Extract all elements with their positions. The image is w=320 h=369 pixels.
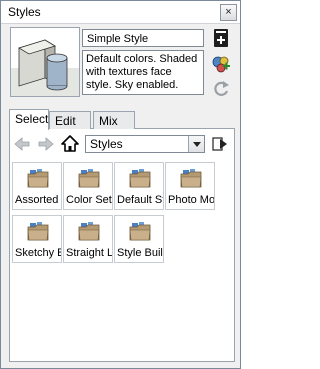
folder-icon xyxy=(180,169,202,188)
update-style-icon[interactable] xyxy=(211,79,231,99)
collection-folder-item[interactable]: Sketchy Edges xyxy=(12,215,62,263)
folder-icon xyxy=(78,169,100,188)
collection-dropdown[interactable]: Styles xyxy=(85,135,205,153)
create-style-icon[interactable] xyxy=(211,54,231,74)
dropdown-button[interactable] xyxy=(188,136,204,152)
close-button[interactable]: × xyxy=(220,4,237,21)
tab-mix[interactable]: Mix xyxy=(93,111,135,129)
chevron-down-icon xyxy=(193,142,201,147)
collection-folder-item[interactable]: Photo Modeling xyxy=(165,162,215,210)
styles-window: Styles × Simple Style Default colors. Sh… xyxy=(0,0,241,369)
style-name-field[interactable]: Simple Style xyxy=(82,29,204,47)
collection-label: Assorted Styles xyxy=(15,194,61,206)
collection-folder-item[interactable]: Straight Lines xyxy=(63,215,113,263)
collection-label: Photo Modeling xyxy=(168,194,215,206)
style-description-field[interactable]: Default colors. Shaded with textures fac… xyxy=(82,50,204,95)
title-bar[interactable]: Styles × xyxy=(1,1,240,24)
collection-label: Straight Lines xyxy=(66,247,113,259)
folder-icon xyxy=(27,169,49,188)
forward-arrow-icon[interactable] xyxy=(37,135,55,153)
collection-folder-item[interactable]: Style Builder Competition Winners xyxy=(114,215,164,263)
window-title: Styles xyxy=(8,5,41,19)
folder-icon xyxy=(129,222,151,241)
collection-folder-item[interactable]: Default Styles xyxy=(114,162,164,210)
collection-label: Sketchy Edges xyxy=(15,247,61,259)
back-arrow-icon[interactable] xyxy=(13,135,31,153)
tab-edit[interactable]: Edit xyxy=(49,111,91,129)
collection-dropdown-value: Styles xyxy=(90,137,123,151)
collection-label: Style Builder Competition Winners xyxy=(117,247,163,259)
folder-icon xyxy=(27,222,49,241)
collection-label: Default Styles xyxy=(117,194,163,206)
home-icon[interactable] xyxy=(61,135,79,153)
details-arrow-icon[interactable] xyxy=(211,135,229,153)
collection-folder-item[interactable]: Assorted Styles xyxy=(12,162,62,210)
collection-folder-item[interactable]: Color Sets xyxy=(63,162,113,210)
folder-icon xyxy=(129,169,151,188)
tab-select[interactable]: Select xyxy=(9,109,49,130)
style-thumbnail xyxy=(10,27,80,97)
collection-label: Color Sets xyxy=(66,194,113,206)
style-preview-image xyxy=(11,28,79,96)
details-toggle-icon[interactable] xyxy=(211,28,231,48)
folder-icon xyxy=(78,222,100,241)
